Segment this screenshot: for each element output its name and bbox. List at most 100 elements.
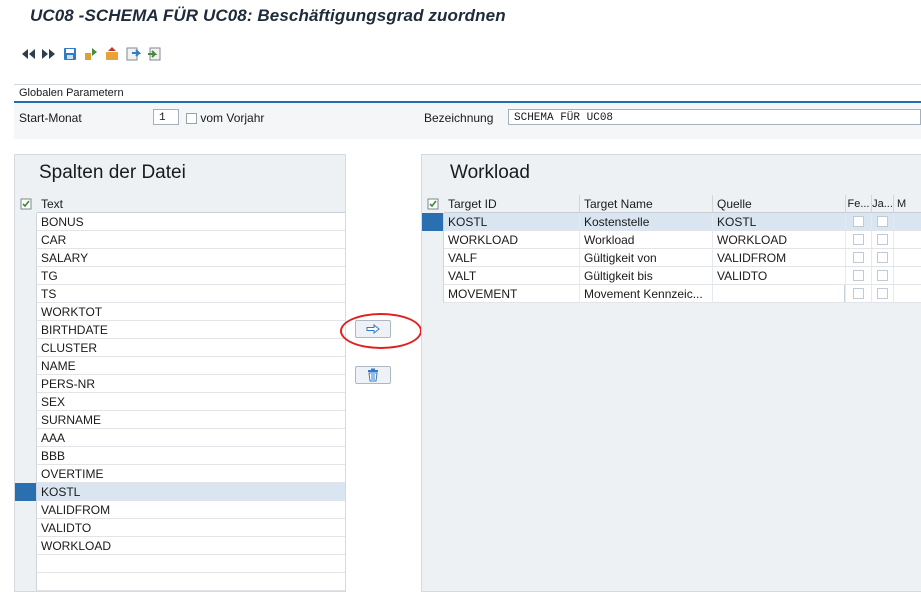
description-input[interactable]: SCHEMA FÜR UC08 [508,109,921,125]
cell-checkbox-wrap [871,231,893,248]
list-item-text: TG [41,269,58,283]
row-selector[interactable] [15,303,37,321]
row-selector[interactable] [15,213,37,231]
row-selector[interactable] [422,213,444,231]
transport-icon[interactable] [81,44,101,64]
cell-checkbox-wrap [871,267,893,284]
list-item[interactable]: BBB [15,447,345,465]
row-selector[interactable] [15,393,37,411]
list-item[interactable]: CAR [15,231,345,249]
row-selector[interactable] [15,465,37,483]
fe-checkbox[interactable] [853,252,864,263]
column-header-m[interactable]: M [893,195,919,212]
column-header-quelle[interactable]: Quelle [712,195,845,212]
start-month-input[interactable]: 1 [153,109,179,125]
list-item-text: OVERTIME [41,467,104,481]
row-selector[interactable] [15,411,37,429]
import-icon[interactable] [102,44,122,64]
cell-checkbox-wrap [845,267,871,284]
row-selector[interactable] [422,267,444,285]
column-header-target-name[interactable]: Target Name [579,195,712,212]
cell-quelle[interactable]: KOSTL [712,213,845,230]
list-item[interactable]: SURNAME [15,411,345,429]
table-row[interactable]: MOVEMENT Movement Kennzeic... [422,285,921,303]
row-selector[interactable] [15,375,37,393]
cell-quelle[interactable]: WORKLOAD [712,231,845,248]
list-item[interactable]: PERS-NR [15,375,345,393]
row-selector[interactable] [15,267,37,285]
export-icon[interactable] [123,44,143,64]
cell-target-name: Gültigkeit bis [579,267,712,284]
list-item[interactable]: OVERTIME [15,465,345,483]
list-item[interactable]: SEX [15,393,345,411]
row-selector[interactable] [15,537,37,555]
list-item[interactable]: WORKTOT [15,303,345,321]
last-page-icon[interactable] [39,44,59,64]
select-all-icon[interactable] [422,195,444,213]
list-item[interactable]: CLUSTER [15,339,345,357]
row-selector[interactable] [15,447,37,465]
cell-checkbox-wrap [871,285,893,302]
fe-checkbox[interactable] [853,234,864,245]
cell-quelle[interactable] [712,285,845,302]
column-header-ja[interactable]: Ja... [871,195,893,212]
list-item-text: CLUSTER [41,341,98,355]
cell-checkbox-wrap [871,249,893,266]
column-header-text: Text [41,197,64,211]
row-selector[interactable] [15,285,37,303]
select-all-icon[interactable] [15,195,37,213]
table-row[interactable]: KOSTL Kostenstelle KOSTL [422,213,921,231]
workload-table: Target ID Target Name Quelle Fe... Ja...… [422,195,921,303]
table-row[interactable]: VALT Gültigkeit bis VALIDTO [422,267,921,285]
list-item[interactable]: TG [15,267,345,285]
row-selector[interactable] [15,321,37,339]
list-item[interactable]: KOSTL [15,483,345,501]
row-selector[interactable] [15,429,37,447]
row-selector[interactable] [422,249,444,267]
row-selector[interactable] [15,249,37,267]
cell-checkbox-wrap [845,213,871,230]
cell-quelle[interactable]: VALIDFROM [712,249,845,266]
fe-checkbox[interactable] [853,270,864,281]
row-selector[interactable] [15,231,37,249]
ja-checkbox[interactable] [877,234,888,245]
table-row[interactable]: WORKLOAD Workload WORKLOAD [422,231,921,249]
row-selector[interactable] [15,357,37,375]
prev-year-checkbox[interactable] [186,113,197,125]
column-header-fe[interactable]: Fe... [845,195,871,212]
list-item[interactable]: BIRTHDATE [15,321,345,339]
start-month-label: Start-Monat [19,111,82,125]
row-selector[interactable] [15,519,37,537]
list-item[interactable]: VALIDTO [15,519,345,537]
copy-icon[interactable] [144,44,164,64]
table-header: Text [15,195,345,213]
ja-checkbox[interactable] [877,288,888,299]
list-item[interactable]: AAA [15,429,345,447]
list-item[interactable]: WORKLOAD [15,537,345,555]
save-icon[interactable] [60,44,80,64]
table-row[interactable]: VALF Gültigkeit von VALIDFROM [422,249,921,267]
row-selector[interactable] [15,501,37,519]
list-item[interactable]: BONUS [15,213,345,231]
cell-m [893,267,919,284]
column-header-target-id[interactable]: Target ID [444,195,579,212]
ja-checkbox[interactable] [877,216,888,227]
list-item[interactable]: NAME [15,357,345,375]
list-item[interactable]: VALIDFROM [15,501,345,519]
row-selector[interactable] [422,231,444,249]
table-header: Target ID Target Name Quelle Fe... Ja...… [422,195,921,213]
fe-checkbox[interactable] [853,216,864,227]
ja-checkbox[interactable] [877,270,888,281]
trash-icon [368,368,378,382]
delete-button[interactable] [355,366,391,384]
list-item[interactable]: SALARY [15,249,345,267]
fe-checkbox[interactable] [853,288,864,299]
ja-checkbox[interactable] [877,252,888,263]
row-selector[interactable] [15,339,37,357]
row-selector[interactable] [15,483,37,501]
row-selector[interactable] [422,285,444,303]
cell-quelle[interactable]: VALIDTO [712,267,845,284]
highlight-circle [340,313,422,349]
list-item[interactable]: TS [15,285,345,303]
first-page-icon[interactable] [18,44,38,64]
